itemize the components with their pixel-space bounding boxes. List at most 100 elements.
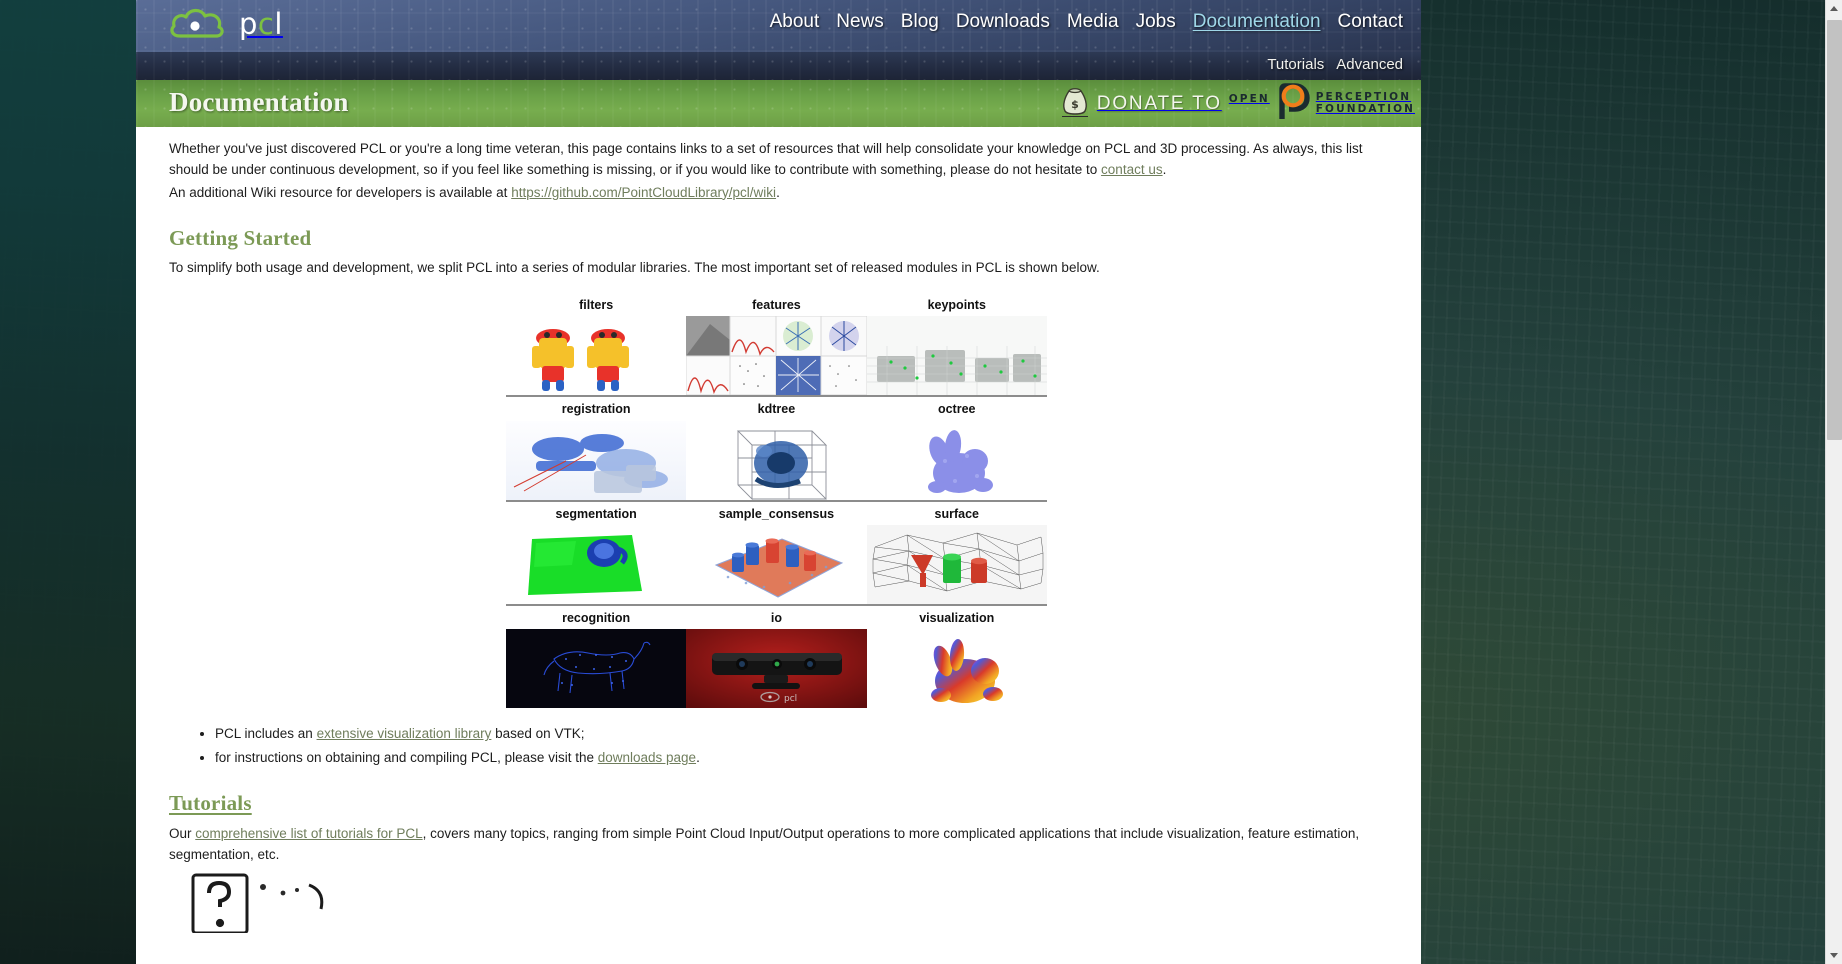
desktop-left-gradient — [0, 0, 136, 964]
tutorials-heading[interactable]: Tutorials — [169, 787, 1391, 820]
opf-foundation-label: FOUNDATION — [1315, 103, 1415, 115]
module-cell-segmentation[interactable]: segmentation — [506, 499, 687, 604]
module-label-sample-consensus: sample_consensus — [718, 506, 835, 521]
money-bag-icon: $ — [1060, 85, 1090, 124]
features-thumbnail — [686, 316, 867, 396]
module-label-features: features — [752, 298, 801, 313]
subnav-item-tutorials[interactable]: Tutorials — [1267, 56, 1324, 73]
site-logo[interactable]: pcl — [168, 5, 283, 48]
nav-item-news[interactable]: News — [836, 11, 884, 33]
module-cell-sample-consensus[interactable]: sample_consensus — [686, 499, 867, 604]
subnav-item-advanced[interactable]: Advanced — [1336, 56, 1403, 73]
io-thumbnail: pcl — [686, 629, 867, 709]
kdtree-thumbnail — [686, 420, 867, 500]
scroll-down-arrow-icon[interactable] — [1826, 947, 1842, 964]
bullet-1-post: based on VTK; — [491, 726, 585, 742]
donate-label: DONATE TO — [1096, 93, 1222, 114]
bullet-downloads: for instructions on obtaining and compil… — [215, 748, 1391, 769]
keypoints-thumbnail — [866, 316, 1047, 396]
nav-item-blog[interactable]: Blog — [901, 11, 939, 33]
nav-item-contact[interactable]: Contact — [1338, 11, 1403, 33]
visualization-thumbnail — [866, 629, 1047, 709]
pcl-website-page: pcl About News Blog Downloads Media Jobs… — [136, 0, 1421, 964]
module-label-keypoints: keypoints — [927, 298, 986, 313]
svg-text:$: $ — [1071, 98, 1079, 111]
site-header: pcl About News Blog Downloads Media Jobs… — [136, 0, 1421, 52]
intro-paragraph: Whether you've just discovered PCL or yo… — [169, 139, 1391, 181]
pcl-cloud-logo-icon — [168, 5, 230, 48]
module-cell-kdtree[interactable]: kdtree — [686, 395, 867, 500]
getting-started-heading: Getting Started — [169, 225, 312, 250]
nav-item-media[interactable]: Media — [1067, 11, 1119, 33]
module-row: recognition io pcl visualization — [506, 603, 1047, 709]
registration-thumbnail — [506, 420, 687, 500]
sub-navigation: Tutorials Advanced — [136, 52, 1421, 80]
main-navigation: About News Blog Downloads Media Jobs Doc… — [770, 11, 1403, 33]
scroll-up-arrow-icon[interactable] — [1826, 0, 1842, 17]
nav-item-jobs[interactable]: Jobs — [1136, 11, 1176, 33]
segmentation-thumbnail — [506, 524, 687, 604]
page-content: Whether you've just discovered PCL or yo… — [136, 127, 1421, 940]
module-label-visualization: visualization — [919, 610, 995, 625]
tutorials-list-link[interactable]: comprehensive list of tutorials for PCL — [195, 826, 422, 841]
module-cell-keypoints[interactable]: keypoints — [866, 293, 1047, 396]
module-cell-registration[interactable]: registration — [506, 395, 687, 500]
tutorials-paragraph: Our comprehensive list of tutorials for … — [169, 824, 1391, 866]
scrollbar-thumb[interactable] — [1827, 20, 1842, 440]
bullet-2-pre: for instructions on obtaining and compil… — [215, 750, 598, 766]
intro-text-1: Whether you've just discovered PCL or yo… — [169, 141, 1363, 177]
page-title: Documentation — [169, 87, 349, 117]
intro-text-2: . — [1162, 161, 1167, 177]
contact-us-link[interactable]: contact us — [1101, 162, 1163, 177]
module-label-kdtree: kdtree — [757, 402, 796, 417]
svg-text:pcl: pcl — [784, 694, 797, 704]
bullet-visualization: PCL includes an extensive visualization … — [215, 724, 1391, 745]
module-row: segmentation sample_consensus surface — [506, 499, 1047, 604]
module-cell-features[interactable]: features — [686, 293, 867, 396]
module-cell-filters[interactable]: filters — [506, 293, 687, 396]
vertical-scrollbar[interactable] — [1825, 0, 1842, 964]
module-label-recognition: recognition — [562, 610, 631, 625]
getting-started-bullets: PCL includes an extensive visualization … — [215, 724, 1391, 769]
module-label-io: io — [770, 610, 782, 625]
module-cell-io[interactable]: io pcl — [686, 603, 867, 709]
filters-thumbnail — [506, 316, 687, 396]
nav-item-about[interactable]: About — [770, 11, 820, 33]
octree-thumbnail — [866, 420, 1047, 500]
open-perception-foundation-logo: OPEN PERCEPTION FOUNDATION — [1228, 82, 1415, 126]
wiki-text-1: An additional Wiki resource for develope… — [169, 184, 512, 200]
module-label-registration: registration — [561, 402, 631, 417]
module-row: filters features keypoints — [506, 293, 1047, 396]
wordmark-l: l — [274, 7, 283, 41]
recognition-thumbnail — [506, 629, 687, 709]
bullet-1-pre: PCL includes an — [215, 726, 317, 742]
pcl-wordmark: pcl — [239, 10, 283, 39]
module-label-segmentation: segmentation — [555, 506, 637, 521]
donate-badge[interactable]: $ DONATE TO OPEN PERCEPTION FOUNDATION — [1060, 82, 1415, 126]
module-row: registration kdtree octree — [506, 395, 1047, 500]
module-label-octree: octree — [937, 402, 976, 417]
bullet-2-post: . — [696, 750, 700, 766]
module-cell-octree[interactable]: octree — [866, 395, 1047, 500]
module-cell-recognition[interactable]: recognition — [506, 603, 687, 709]
nav-item-downloads[interactable]: Downloads — [956, 11, 1050, 33]
page-banner: Documentation $ DONATE TO OPEN PERCEPTIO… — [136, 80, 1421, 127]
wiki-paragraph: An additional Wiki resource for develope… — [169, 183, 1391, 204]
downloads-page-link[interactable]: downloads page — [598, 750, 696, 765]
subnav-texture — [136, 52, 1421, 80]
wiki-link[interactable]: https://github.com/PointCloudLibrary/pcl… — [511, 185, 776, 200]
nav-item-documentation[interactable]: Documentation — [1193, 11, 1321, 33]
module-grid: filters features keypoints registration … — [506, 293, 1047, 709]
tutorials-thumbnail-strip — [191, 873, 1391, 940]
wordmark-p: p — [239, 7, 258, 41]
opf-open-label: OPEN — [1228, 93, 1270, 105]
sample-consensus-thumbnail — [686, 524, 867, 604]
module-cell-surface[interactable]: surface — [866, 499, 1047, 604]
module-label-filters: filters — [579, 298, 614, 313]
wiki-text-2: . — [776, 184, 780, 200]
getting-started-paragraph: To simplify both usage and development, … — [169, 260, 1100, 276]
tutorials-pre: Our — [169, 825, 196, 841]
module-label-surface: surface — [934, 506, 979, 521]
visualization-library-link[interactable]: extensive visualization library — [317, 726, 492, 741]
module-cell-visualization[interactable]: visualization — [866, 603, 1047, 709]
